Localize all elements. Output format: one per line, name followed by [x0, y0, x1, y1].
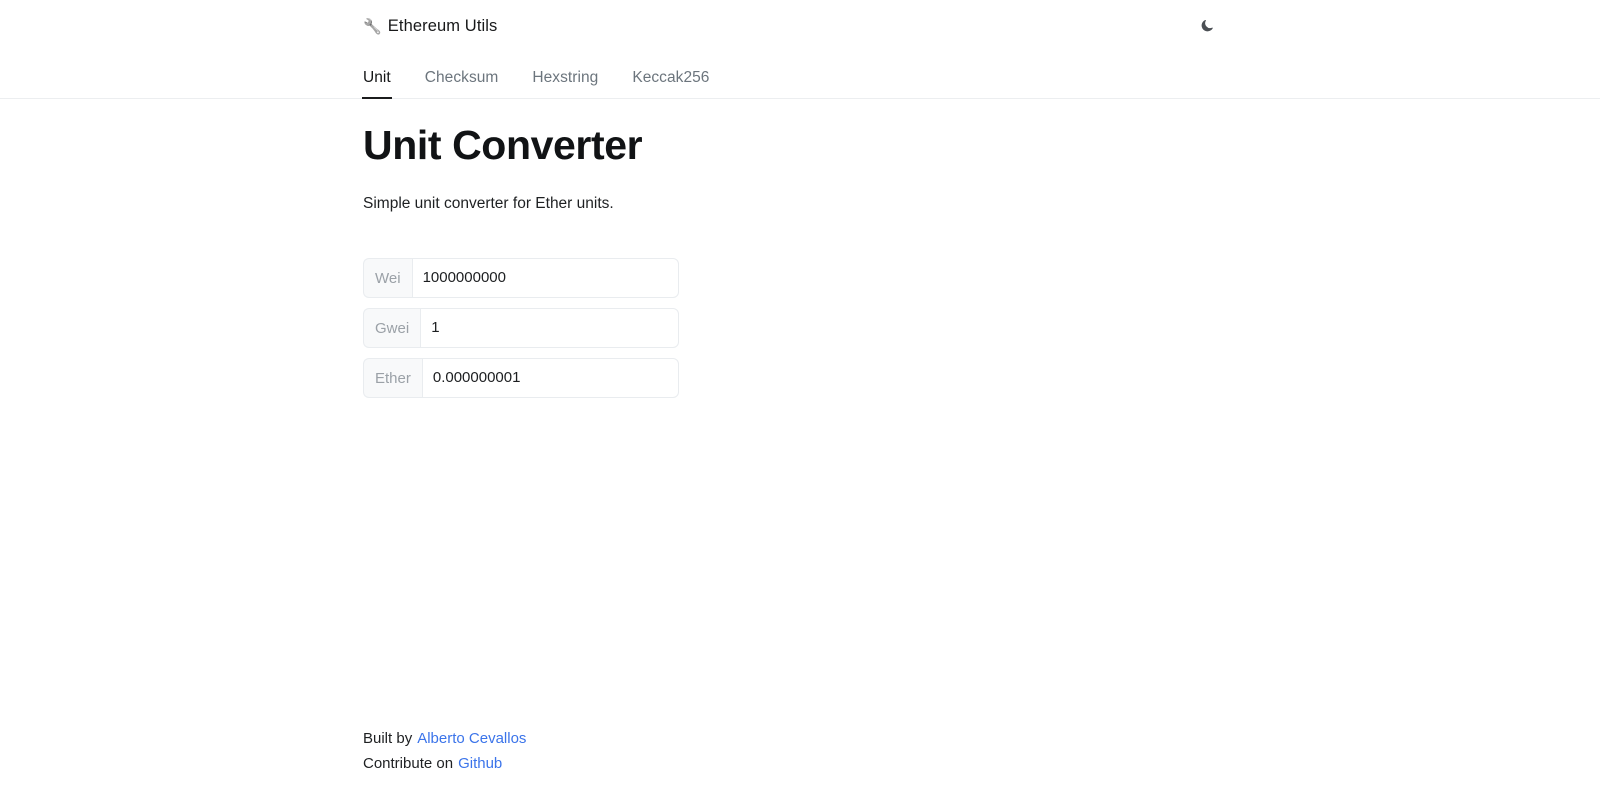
tab-bar: Unit Checksum Hexstring Keccak256 [362, 66, 709, 100]
author-link[interactable]: Alberto Cevallos [417, 731, 526, 746]
app-root: 🔧 Ethereum Utils Unit Checksum Hexstring… [0, 0, 1600, 804]
page-title: Unit Converter [363, 122, 643, 168]
wei-input[interactable] [411, 258, 679, 299]
theme-toggle-button[interactable] [1192, 12, 1222, 40]
footer-contribute: Contribute on Github [363, 751, 526, 776]
footer-built-by: Built by Alberto Cevallos [363, 726, 526, 751]
field-group-wei: Wei [363, 258, 679, 299]
field-group-ether: Ether [363, 358, 679, 399]
field-label-gwei: Gwei [363, 308, 421, 349]
main-content: Unit Converter Simple unit converter for… [363, 99, 1263, 399]
gwei-input[interactable] [420, 308, 679, 349]
field-label-wei: Wei [363, 258, 412, 299]
field-group-gwei: Gwei [363, 308, 679, 349]
footer-built-by-text: Built by [363, 730, 413, 747]
moon-icon [1200, 19, 1215, 34]
github-link[interactable]: Github [458, 756, 502, 771]
navbar: 🔧 Ethereum Utils Unit Checksum Hexstring… [0, 0, 1600, 99]
page-description: Simple unit converter for Ether units. [363, 195, 614, 213]
wrench-icon: 🔧 [363, 18, 382, 36]
converter-fields: Wei Gwei Ether [363, 215, 1263, 399]
tab-unit[interactable]: Unit [362, 69, 392, 100]
tab-checksum[interactable]: Checksum [425, 69, 499, 100]
ether-input[interactable] [421, 358, 679, 399]
footer: Built by Alberto Cevallos Contribute on … [363, 726, 526, 776]
field-label-ether: Ether [363, 358, 422, 399]
brand-title: Ethereum Utils [387, 17, 498, 35]
footer-contribute-text: Contribute on [363, 755, 454, 772]
tab-hexstring[interactable]: Hexstring [532, 69, 598, 100]
brand[interactable]: 🔧 Ethereum Utils [363, 17, 497, 36]
tab-keccak256[interactable]: Keccak256 [632, 69, 709, 100]
